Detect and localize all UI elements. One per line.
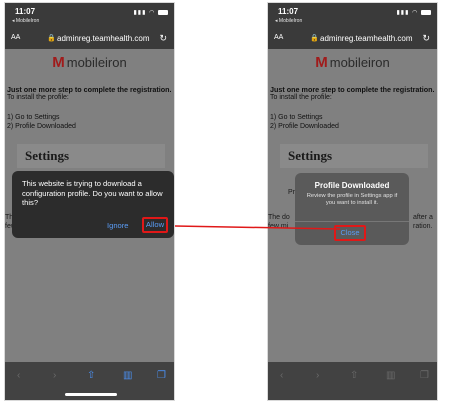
mobileiron-logo: Mmobileiron	[5, 54, 174, 71]
signal-icon: ▮▮▮	[133, 10, 147, 16]
page-content: Mmobileiron Just one more step to comple…	[268, 49, 437, 364]
hidden-text-fragment: ration.	[413, 223, 433, 230]
reload-icon[interactable]: ↻	[159, 33, 167, 44]
alert-title: Profile Downloaded	[314, 181, 390, 190]
back-to-app-link[interactable]: ◂ MobileIron	[12, 18, 39, 24]
mobileiron-logo-mark-icon: M	[52, 54, 65, 71]
step-1: 1) Go to Settings	[270, 114, 323, 121]
close-button[interactable]: Close	[334, 225, 366, 241]
lock-icon: 🔒	[47, 35, 56, 42]
mobileiron-logo-mark-icon: M	[315, 54, 328, 71]
browser-toolbar: ‹ › ⇧ ▥ ❐	[5, 362, 174, 400]
status-bar: 11:07 ◂ MobileIron ▮▮▮ ◠	[5, 3, 174, 29]
install-text: To install the profile:	[270, 94, 332, 101]
wifi-icon: ◠	[149, 10, 156, 16]
forward-icon[interactable]: ›	[316, 370, 319, 381]
signal-icon: ▮▮▮	[396, 10, 410, 16]
text-size-button[interactable]: AA	[11, 34, 20, 41]
bookmarks-icon[interactable]: ▥	[123, 370, 132, 381]
back-to-app-link[interactable]: ◂ MobileIron	[275, 18, 302, 24]
url-text[interactable]: adminreg.teamhealth.com	[320, 34, 413, 43]
settings-card: Settings	[17, 144, 165, 168]
battery-icon	[158, 9, 168, 15]
tabs-icon[interactable]: ❐	[157, 370, 166, 381]
alert-divider	[295, 221, 409, 222]
hidden-text-fragment: The do	[268, 214, 290, 221]
status-bar: 11:07 ◂ MobileIron ▮▮▮ ◠	[268, 3, 437, 29]
back-icon[interactable]: ‹	[280, 370, 283, 381]
hidden-text-fragment: after a	[413, 214, 433, 221]
alert-body: Review the profile in Settings app if yo…	[306, 193, 398, 207]
allow-button[interactable]: Allow	[142, 217, 168, 233]
logo-text: mobileiron	[66, 55, 127, 70]
settings-card: Settings	[280, 144, 428, 168]
tabs-icon[interactable]: ❐	[420, 370, 429, 381]
install-text: To install the profile:	[7, 94, 69, 101]
profile-downloaded-alert: Profile Downloaded Review the profile in…	[295, 173, 409, 245]
share-icon[interactable]: ⇧	[87, 370, 95, 381]
step-2: 2) Profile Downloaded	[270, 123, 339, 130]
settings-heading: Settings	[25, 148, 70, 163]
hidden-text-fragment: few mi	[268, 223, 289, 230]
status-icons: ▮▮▮ ◠	[133, 9, 168, 16]
forward-icon[interactable]: ›	[53, 370, 56, 381]
wifi-icon: ◠	[412, 10, 419, 16]
logo-text: mobileiron	[329, 55, 390, 70]
intro-text: Just one more step to complete the regis…	[7, 85, 172, 94]
bookmarks-icon[interactable]: ▥	[386, 370, 395, 381]
browser-toolbar: ‹ › ⇧ ▥ ❐	[268, 362, 437, 400]
right-phone-screen: 11:07 ◂ MobileIron ▮▮▮ ◠ AA 🔒 adminreg.t…	[267, 2, 438, 401]
mobileiron-logo: Mmobileiron	[268, 54, 437, 71]
status-time: 11:07	[15, 7, 36, 16]
dialog-message: This website is trying to download a con…	[22, 179, 163, 208]
text-size-button[interactable]: AA	[274, 34, 283, 41]
url-text[interactable]: adminreg.teamhealth.com	[57, 34, 150, 43]
step-1: 1) Go to Settings	[7, 114, 60, 121]
lock-icon: 🔒	[310, 35, 319, 42]
ignore-button[interactable]: Ignore	[107, 221, 129, 230]
address-bar[interactable]: AA 🔒 adminreg.teamhealth.com ↻	[5, 29, 174, 49]
reload-icon[interactable]: ↻	[422, 33, 430, 44]
settings-heading: Settings	[288, 148, 333, 163]
status-icons: ▮▮▮ ◠	[396, 9, 431, 16]
battery-icon	[421, 9, 431, 15]
step-2: 2) Profile Downloaded	[7, 123, 76, 130]
intro-text: Just one more step to complete the regis…	[270, 85, 435, 94]
download-profile-dialog: This website is trying to download a con…	[12, 171, 174, 238]
status-time: 11:07	[278, 7, 299, 16]
address-bar[interactable]: AA 🔒 adminreg.teamhealth.com ↻	[268, 29, 437, 49]
hidden-text-fragment: Pr	[288, 189, 295, 196]
back-icon[interactable]: ‹	[17, 370, 20, 381]
share-icon[interactable]: ⇧	[350, 370, 358, 381]
home-indicator	[65, 393, 117, 396]
